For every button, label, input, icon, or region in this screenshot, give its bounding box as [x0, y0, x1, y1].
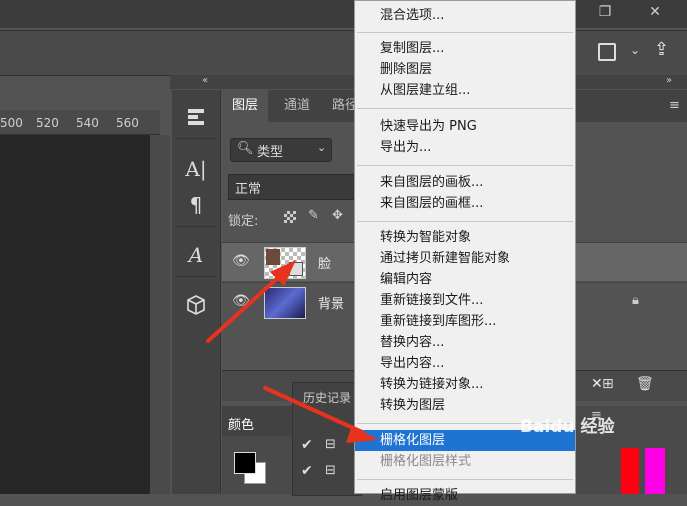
menu-item-group-from-layers[interactable]: 从图层建立组...	[355, 80, 575, 101]
lock-label: 锁定:	[228, 214, 259, 229]
check-icon: ✔	[301, 437, 313, 453]
magenta-swatch[interactable]	[645, 448, 665, 494]
chevron-down-icon: ⌄	[317, 141, 327, 154]
menu-item-frame-from-layers[interactable]: 来自图层的画框...	[355, 193, 575, 214]
lock-move-icon[interactable]: ✥	[332, 208, 343, 223]
menu-item-quick-export-png[interactable]: 快速导出为 PNG	[355, 116, 575, 137]
menu-separator	[357, 108, 573, 109]
menu-separator	[357, 479, 573, 480]
menu-item-edit-contents[interactable]: 编辑内容	[355, 269, 575, 290]
chevron-down-icon[interactable]: ⌄	[630, 43, 640, 57]
menu-item-convert-to-linked[interactable]: 转换为链接对象...	[355, 374, 575, 395]
lock-row: 锁定: ✎ ✥	[228, 208, 343, 232]
layer-name: 脸	[318, 257, 332, 272]
title-bar: ❐ ✕	[0, 0, 687, 28]
menu-item-export-contents[interactable]: 导出内容...	[355, 353, 575, 374]
smart-object-icon	[289, 262, 303, 276]
menu-item-relink-to-library[interactable]: 重新链接到库图形...	[355, 311, 575, 332]
color-panel: 颜色	[222, 406, 292, 494]
menu-item-new-smart-object-via-copy[interactable]: 通过拷贝新建智能对象	[355, 248, 575, 269]
document-canvas[interactable]	[0, 135, 150, 494]
panel-menu-icon[interactable]: ≡	[669, 98, 680, 113]
trash-icon[interactable]: 🗑︎	[636, 376, 654, 392]
3d-cube-icon[interactable]	[181, 290, 211, 320]
collapse-left-icon[interactable]: «	[202, 75, 208, 86]
character-icon[interactable]: A|	[181, 154, 211, 184]
menu-item-convert-to-smart-object[interactable]: 转换为智能对象	[355, 227, 575, 248]
ruler-tick: 540	[76, 116, 99, 130]
tab-layers[interactable]: 图层	[222, 90, 269, 122]
ruler-tick: 500	[0, 116, 23, 130]
lock-brush-icon[interactable]: ✎	[308, 208, 319, 223]
menu-item-blending-options[interactable]: 混合选项...	[355, 5, 575, 26]
panel-icon-strip: A| ¶ A	[172, 90, 221, 494]
layer-name: 背景	[318, 297, 345, 312]
horizontal-ruler: 500 520 540 560	[0, 110, 160, 135]
ruler-tick: 560	[116, 116, 139, 130]
eye-icon[interactable]: 👁︎	[232, 253, 250, 271]
layer-thumbnail	[264, 287, 306, 319]
options-bar: ⌄ ⇪	[0, 30, 687, 76]
menu-item-artboard-from-layers[interactable]: 来自图层的画板...	[355, 172, 575, 193]
tab-history[interactable]: 历史记录	[303, 389, 351, 406]
history-state-icon: ⊟	[325, 437, 336, 452]
properties-icon[interactable]	[181, 102, 211, 132]
glyphs-icon[interactable]: A	[181, 240, 211, 270]
menu-item-duplicate-layer[interactable]: 复制图层...	[355, 38, 575, 59]
menu-item-delete-layer[interactable]: 删除图层	[355, 59, 575, 80]
watermark: Baidu 经验	[520, 417, 615, 437]
face-image	[266, 249, 280, 265]
restore-window-icon[interactable]: ❐	[590, 0, 620, 24]
ruler-tick: 520	[36, 116, 59, 130]
menu-item-replace-contents[interactable]: 替换内容...	[355, 332, 575, 353]
collapse-right-icon[interactable]: »	[666, 75, 672, 86]
blend-mode-value: 正常	[235, 182, 262, 197]
color-tab-bar: 颜色	[222, 406, 292, 436]
history-state-icon: ⊟	[325, 463, 336, 478]
paragraph-icon[interactable]: ¶	[181, 190, 211, 220]
menu-separator	[357, 221, 573, 222]
blend-mode-select[interactable]: 正常	[228, 174, 360, 200]
close-icon[interactable]: ✕	[591, 376, 603, 392]
close-window-icon[interactable]: ✕	[640, 0, 670, 24]
red-swatch[interactable]	[621, 448, 639, 494]
lock-transparency-icon[interactable]	[284, 211, 296, 223]
history-panel: 历史记录 ✔ ⊟ ✔ ⊟	[292, 382, 362, 496]
menu-item-rasterize-layer-style: 栅格化图层样式	[380, 454, 472, 469]
share-icon[interactable]: ⇪	[654, 39, 669, 60]
search-icon: 🔍︎	[237, 141, 254, 156]
menu-item-relink-to-file[interactable]: 重新链接到文件...	[355, 290, 575, 311]
foreground-swatch[interactable]	[234, 452, 256, 474]
new-layer-icon[interactable]: ⊞	[602, 376, 614, 392]
layer-filter-select[interactable]: 🔍︎ 类型 ⌄	[230, 138, 332, 162]
eye-icon[interactable]: 👁︎	[232, 293, 250, 311]
menu-separator	[357, 32, 573, 33]
menu-separator	[357, 165, 573, 166]
workspace-icon[interactable]	[598, 43, 616, 61]
pasteboard	[150, 135, 170, 494]
filter-label: 类型	[257, 145, 284, 160]
check-icon: ✔	[301, 463, 313, 479]
menu-item-export-as[interactable]: 导出为...	[355, 137, 575, 158]
menu-item-enable-layer-mask[interactable]: 启用图层蒙版	[355, 485, 575, 506]
tab-color[interactable]: 颜色	[228, 414, 254, 433]
tab-channels[interactable]: 通道	[274, 90, 320, 122]
lock-icon: 🔒︎	[632, 293, 639, 308]
layer-thumbnail	[264, 247, 306, 279]
